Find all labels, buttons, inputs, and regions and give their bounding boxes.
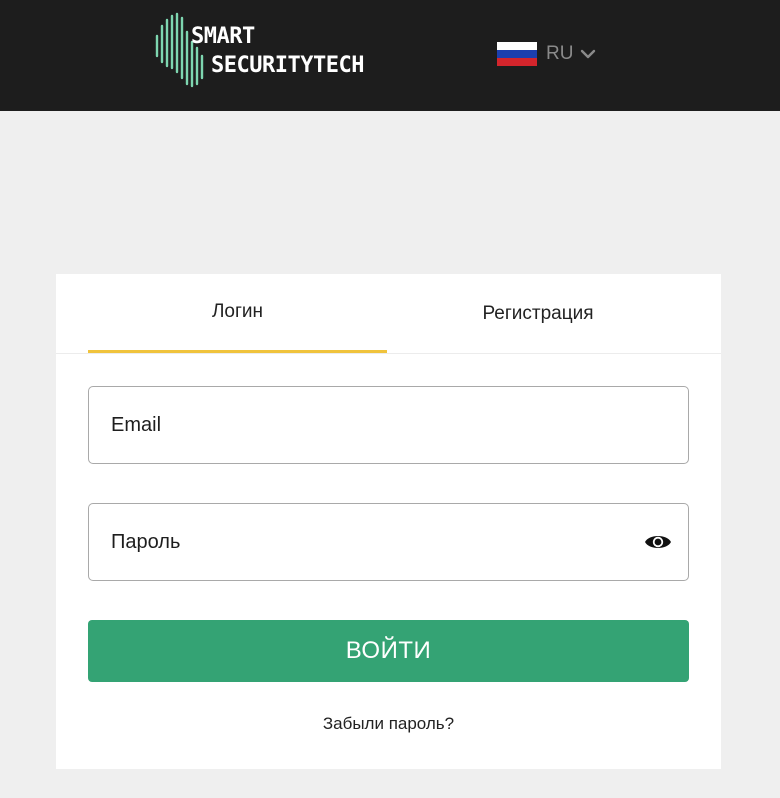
top-header: SMART SECURITYTECH RU <box>0 0 780 111</box>
logo-text: SMART SECURITYTECH <box>191 22 364 80</box>
password-field-wrapper <box>88 503 689 581</box>
email-field-wrapper <box>88 386 689 464</box>
chevron-down-icon <box>581 49 596 59</box>
eye-icon[interactable] <box>644 530 672 554</box>
logo-line-securitytech: SECURITYTECH <box>211 53 364 78</box>
language-label: RU <box>546 43 574 64</box>
smart-securitytech-logo[interactable]: SMART SECURITYTECH <box>153 10 383 90</box>
auth-tabs: Логин Регистрация <box>56 274 721 354</box>
logo-line-smart: SMART <box>191 24 255 49</box>
tab-login[interactable]: Логин <box>88 274 387 353</box>
password-input[interactable] <box>89 504 688 580</box>
auth-card: Логин Регистрация ВОЙТИ Забыли пароль? <box>56 274 721 769</box>
tab-registration[interactable]: Регистрация <box>388 274 688 353</box>
language-selector[interactable]: RU <box>497 40 597 68</box>
forgot-password-link[interactable]: Забыли пароль? <box>56 714 721 734</box>
email-input[interactable] <box>89 387 688 463</box>
login-submit-button[interactable]: ВОЙТИ <box>88 620 689 682</box>
russia-flag-icon <box>497 42 537 66</box>
